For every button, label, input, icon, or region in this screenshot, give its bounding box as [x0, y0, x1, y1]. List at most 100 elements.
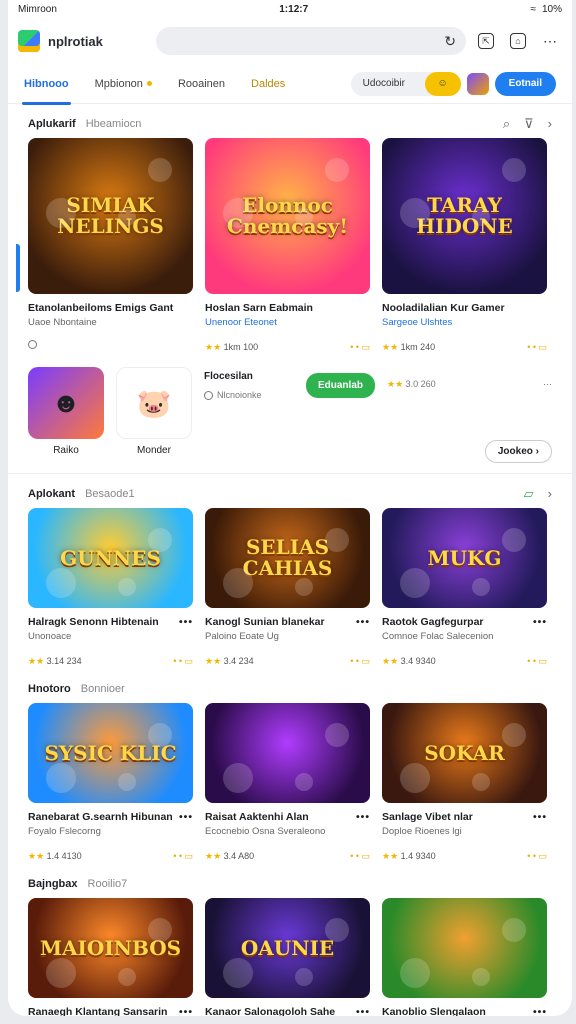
primary-button[interactable]: Eotnail [494, 71, 556, 96]
status-dots-icon: • • ▭ [173, 851, 193, 861]
game-title: Kanaor Salonagoloh Sahe [205, 1006, 336, 1016]
game-card[interactable]: OAUNIE Kanaor Salonagoloh Sahe ••• [205, 898, 370, 1016]
side-handle[interactable] [16, 244, 20, 292]
game-card[interactable]: SYSIC KLIC Ranebarat G.searnh Hibunan ••• F… [28, 703, 193, 862]
game-card[interactable]: Elonnoc Cnemcasy! Hoslan Sarn Eabmain Unen… [205, 138, 370, 353]
art-shape [325, 918, 349, 942]
game-art-title: OAUNIE [240, 935, 335, 960]
more-icon[interactable]: ••• [179, 616, 193, 628]
more-icon[interactable]: ••• [356, 616, 370, 628]
top-bar: nplrotiak ↻ ⇱ ⌂ ⋯ [8, 18, 572, 64]
game-subtitle: Uaoe Nbontaine [28, 317, 97, 328]
chevron-right-icon[interactable]: › [548, 116, 552, 132]
art-shape [400, 958, 430, 988]
search-pill[interactable]: Udocoibir ☺ [350, 71, 461, 96]
more-icon[interactable]: ••• [533, 616, 547, 628]
more-icon[interactable]: ••• [356, 811, 370, 823]
tab-rooainen[interactable]: Rooainen [178, 64, 225, 104]
game-thumbnail[interactable]: Elonnoc Cnemcasy! [205, 138, 370, 294]
filter-icon[interactable]: ⊽ [524, 116, 534, 132]
game-thumbnail[interactable] [382, 898, 547, 998]
game-thumbnail[interactable] [205, 703, 370, 803]
status-dots-icon: • • ▭ [350, 851, 370, 861]
feature-app[interactable]: 🐷 Monder [116, 367, 192, 463]
game-title: Nooladilalian Kur Gamer [382, 302, 505, 314]
game-thumbnail[interactable]: GUNNES [28, 508, 193, 608]
art-shape [472, 773, 490, 791]
game-subtitle: Comnoe Folac Salecenion [382, 631, 494, 642]
art-shape [46, 958, 76, 988]
game-thumbnail[interactable]: MUKG [382, 508, 547, 608]
coin-icon: ☺ [424, 71, 461, 96]
more-icon[interactable]: ••• [356, 1006, 370, 1016]
game-card[interactable]: MAIOINBOS Ranaegh Klantang Sansarin ••• [28, 898, 193, 1016]
game-card[interactable]: GUNNES Halragk Senonn Hibtenain ••• Unonoac… [28, 508, 193, 667]
game-thumbnail[interactable]: OAUNIE [205, 898, 370, 998]
app-logo [18, 30, 40, 52]
art-shape [295, 208, 313, 226]
more-button[interactable]: Jookeo › [484, 440, 552, 463]
star-icon: ★★ [382, 851, 401, 861]
game-title: Raotok Gagfegurpar [382, 616, 484, 628]
game-card[interactable]: MUKG Raotok Gagfegurpar ••• Comnoe Folac Sa… [382, 508, 547, 667]
install-button[interactable]: Eduanlab [305, 373, 375, 398]
refresh-icon[interactable]: ↻ [444, 33, 456, 50]
game-title: Etanolanbeiloms Emigs Gant [28, 302, 174, 314]
game-thumbnail[interactable]: SOKAR [382, 703, 547, 803]
art-shape [502, 528, 526, 552]
art-shape [295, 578, 313, 596]
art-shape [46, 568, 76, 598]
feature-app[interactable]: ☻ Raiko [28, 367, 104, 463]
game-art-title: SOKAR [424, 740, 505, 765]
game-art-title: MUKG [427, 545, 502, 570]
game-card[interactable]: SELIAS CAHIAS Kanogl Sunian blanekar ••• Pa… [205, 508, 370, 667]
more-icon[interactable]: ••• [533, 1006, 547, 1016]
more-icon[interactable]: ••• [179, 811, 193, 823]
wifi-icon: ≈ [530, 3, 536, 15]
gem-icon[interactable] [466, 72, 489, 95]
search-icon[interactable]: ⌕ [503, 116, 510, 132]
divider [8, 473, 572, 474]
game-thumbnail[interactable]: TARAY HIDONE [382, 138, 547, 294]
more-icon[interactable]: ••• [179, 1006, 193, 1016]
tab-daldes[interactable]: Daldes [251, 64, 285, 104]
game-card[interactable]: TARAY HIDONE Nooladilalian Kur Gamer Sarge… [382, 138, 547, 353]
art-shape [46, 198, 76, 228]
game-title: Kanoblio Slengalaon [382, 1006, 486, 1016]
art-shape [223, 568, 253, 598]
more-menu-button[interactable]: ⋯ [538, 29, 562, 53]
bookmark-button[interactable]: ⌂ [506, 29, 530, 53]
notification-dot [146, 81, 152, 86]
art-shape [118, 208, 136, 226]
game-thumbnail[interactable]: MAIOINBOS [28, 898, 193, 998]
chevron-right-icon[interactable]: › [548, 486, 552, 502]
art-shape [118, 968, 136, 986]
game-title: Raisat Aaktenhi Alan [205, 811, 309, 823]
tab-bar: Hibnooo Mpbionon Rooainen Daldes Udocoib… [8, 64, 572, 105]
more-icon[interactable]: ⋯ [543, 379, 552, 390]
app-window: Mimroon 1:12:7 ≈ 10% nplrotiak ↻ ⇱ ⌂ ⋯ H… [8, 0, 572, 1016]
address-bar[interactable]: ↻ [156, 27, 466, 55]
rating-value: 3.14 234 [46, 656, 82, 666]
game-card[interactable]: Kanoblio Slengalaon ••• [382, 898, 547, 1016]
game-card[interactable]: SIMIAK NELINGS Etanolanbeiloms Emigs Gant… [28, 138, 193, 353]
game-card[interactable]: SOKAR Sanlage Vibet nlar ••• Doploe Rioenes… [382, 703, 547, 862]
game-thumbnail[interactable]: SELIAS CAHIAS [205, 508, 370, 608]
more-icon[interactable]: ••• [533, 811, 547, 823]
game-subtitle: Foyalo Fslecorng [28, 826, 101, 837]
game-subtitle: Sargeoe Ulshtes [382, 317, 453, 328]
game-subtitle: Doploe Rioenes lgi [382, 826, 462, 837]
game-thumbnail[interactable]: SIMIAK NELINGS [28, 138, 193, 294]
tag-icon[interactable]: ▱ [524, 486, 534, 502]
star-icon: ★★ [382, 342, 401, 352]
rating-value: 1.4 4130 [46, 851, 82, 861]
clock-icon [204, 390, 213, 400]
feature-row: ☻ Raiko 🐷 Monder Flocesilan Nlcnoionke E… [8, 353, 572, 463]
tab-home[interactable]: Hibnooo [22, 64, 71, 105]
game-card[interactable]: Raisat Aaktenhi Alan ••• Ecocnebio Osna Sv… [205, 703, 370, 862]
share-button[interactable]: ⇱ [474, 29, 498, 53]
game-grid: GUNNES Halragk Senonn Hibtenain ••• Unonoac… [8, 508, 572, 667]
game-thumbnail[interactable]: SYSIC KLIC [28, 703, 193, 803]
tab-mpbionon[interactable]: Mpbionon [95, 64, 152, 104]
art-shape [325, 158, 349, 182]
